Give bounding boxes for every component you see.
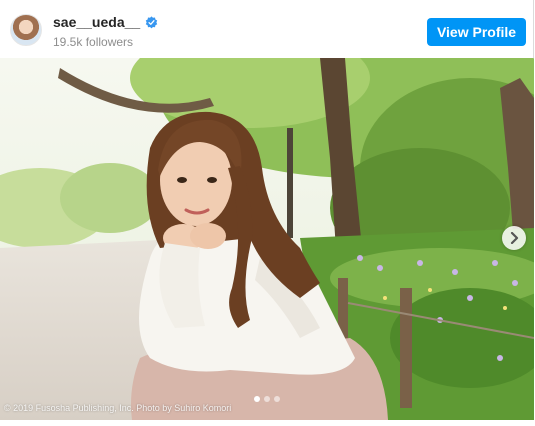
instagram-embed-card: sae__ueda__ 19.5k followers View Profile	[0, 0, 534, 420]
avatar[interactable]	[10, 14, 42, 46]
photo-illustration	[0, 58, 534, 420]
view-profile-button[interactable]: View Profile	[427, 18, 526, 46]
username-row: sae__ueda__	[53, 14, 158, 30]
carousel-dot-1	[254, 396, 260, 402]
follower-count: 19.5k followers	[53, 35, 134, 49]
embed-header: sae__ueda__ 19.5k followers View Profile	[0, 0, 534, 58]
carousel-indicator	[0, 396, 534, 402]
username[interactable]: sae__ueda__	[53, 14, 140, 30]
chevron-right-icon	[509, 232, 519, 244]
post-photo[interactable]: © 2019 Fusosha Publishing, Inc. Photo by…	[0, 58, 534, 420]
carousel-dot-2	[264, 396, 270, 402]
carousel-dot-3	[274, 396, 280, 402]
photo-credit: © 2019 Fusosha Publishing, Inc. Photo by…	[4, 403, 232, 413]
carousel-next-button[interactable]	[502, 226, 526, 250]
verified-badge-icon	[145, 15, 158, 29]
